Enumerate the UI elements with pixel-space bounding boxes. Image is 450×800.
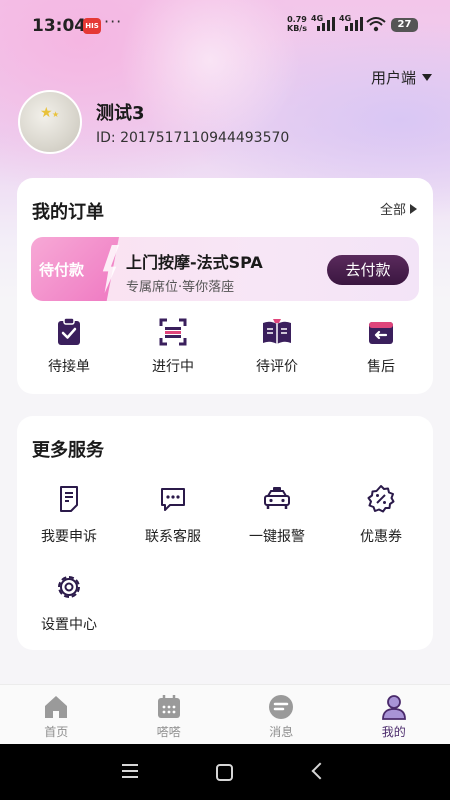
role-switch-dropdown[interactable]: 用户端	[371, 67, 432, 88]
home-button-icon[interactable]	[216, 764, 233, 781]
nav-label: 嗒嗒	[156, 725, 181, 739]
message-icon	[269, 695, 294, 719]
nav-home[interactable]: 首页	[0, 685, 113, 744]
nav-label: 首页	[44, 725, 69, 739]
nav-messages[interactable]: 消息	[225, 685, 338, 744]
service-coupons[interactable]: 优惠券	[329, 484, 433, 546]
calendar-icon	[157, 695, 180, 718]
user-icon	[381, 695, 406, 720]
back-icon[interactable]	[311, 762, 329, 780]
notification-badge-icon: HIS	[83, 18, 101, 34]
gear-icon	[58, 576, 80, 598]
order-status-label: 待评价	[256, 359, 298, 375]
wifi-icon	[366, 17, 386, 32]
network-speed: 0.79 KB/s	[287, 15, 307, 33]
user-name: 测试3	[96, 103, 145, 124]
services-grid: 我要申诉 联系客服 一键报警 优惠券 设置中心	[17, 484, 433, 634]
pending-payment-banner[interactable]: 待付款 上门按摩-法式SPA 专属席位·等你落座 去付款	[31, 237, 419, 301]
network-speed-unit: KB/s	[287, 24, 307, 33]
recent-apps-icon[interactable]	[122, 764, 138, 778]
bottom-nav: 首页 嗒嗒 消息 我的	[0, 684, 450, 744]
service-contact-support[interactable]: 联系客服	[121, 484, 225, 546]
services-title: 更多服务	[32, 440, 104, 461]
order-status-label: 进行中	[152, 359, 194, 375]
status-bar: 13:04 HIS ··· 0.79 KB/s 4G 4G 27	[0, 0, 450, 52]
order-status-pending-review[interactable]: 待评价	[225, 316, 329, 376]
order-status-row: 待接单 进行中 待评价 售后	[17, 316, 433, 376]
service-label: 设置中心	[41, 617, 97, 633]
service-label: 联系客服	[145, 529, 201, 545]
service-settings[interactable]: 设置中心	[17, 572, 121, 634]
pending-subtitle: 专属席位·等你落座	[126, 280, 235, 295]
order-status-pending-accept[interactable]: 待接单	[17, 316, 121, 376]
pay-button[interactable]: 去付款	[327, 255, 409, 285]
system-nav-bar	[0, 744, 450, 800]
more-notifications-icon: ···	[104, 12, 123, 31]
role-switch-label: 用户端	[370, 69, 416, 87]
open-book-icon	[263, 319, 291, 344]
return-box-icon	[369, 322, 393, 344]
star-icon: ★	[52, 110, 60, 119]
nav-label: 我的	[381, 725, 406, 739]
battery-icon: 27	[391, 18, 418, 32]
signal-1-icon	[317, 16, 335, 31]
signal-2-icon	[345, 16, 363, 31]
nav-dada[interactable]: 嗒嗒	[113, 685, 226, 744]
caret-down-icon	[422, 74, 432, 81]
services-card: 更多服务 我要申诉 联系客服 一键报警 优惠券 设置中心	[17, 416, 433, 650]
nav-mine[interactable]: 我的	[338, 685, 450, 744]
star-icon: ★	[40, 105, 53, 121]
clipboard-check-icon	[58, 317, 80, 345]
orders-title: 我的订单	[32, 202, 104, 223]
user-id: ID: 2017517110944493570	[96, 130, 290, 146]
order-status-label: 售后	[367, 359, 395, 375]
chat-bubble-icon	[161, 488, 185, 511]
pending-tag-label: 待付款	[39, 261, 85, 279]
service-emergency[interactable]: 一键报警	[225, 484, 329, 546]
service-label: 优惠券	[360, 529, 402, 545]
order-status-after-sales[interactable]: 售后	[329, 316, 433, 376]
order-status-in-progress[interactable]: 进行中	[121, 316, 225, 376]
service-complaint[interactable]: 我要申诉	[17, 484, 121, 546]
nav-label: 消息	[269, 725, 294, 739]
all-orders-link[interactable]: 全部	[380, 199, 417, 218]
status-time: 13:04	[32, 16, 87, 36]
service-label: 我要申诉	[41, 529, 97, 545]
orders-card: 我的订单 全部 待付款 上门按摩-法式SPA 专属席位·等你落座 去付款 待接单	[17, 178, 433, 394]
avatar[interactable]: ★ ★	[18, 90, 82, 154]
network-speed-value: 0.79	[287, 15, 307, 24]
order-status-label: 待接单	[48, 359, 90, 375]
home-icon	[45, 696, 68, 718]
service-label: 一键报警	[249, 529, 305, 545]
caret-right-icon	[410, 203, 417, 214]
police-car-icon	[264, 487, 290, 509]
all-orders-label: 全部	[379, 203, 406, 218]
scan-progress-icon	[159, 318, 187, 346]
pending-service-title: 上门按摩-法式SPA	[126, 253, 263, 272]
complaint-doc-icon	[60, 486, 78, 512]
coupon-percent-icon	[367, 485, 395, 513]
